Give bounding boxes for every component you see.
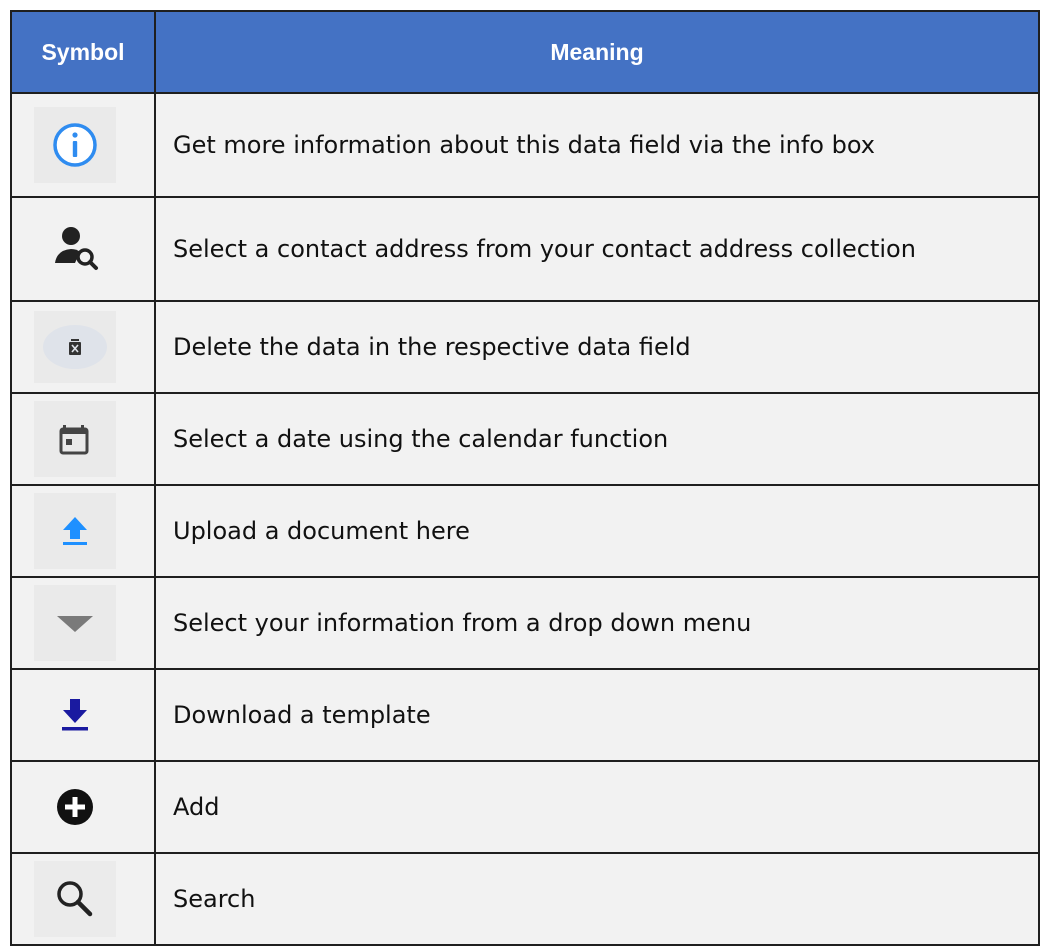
meaning-cell: Add: [154, 760, 1040, 854]
calendar-icon: [34, 401, 116, 477]
dropdown-arrow-icon: [34, 585, 116, 661]
table-row: Select a contact address from your conta…: [10, 196, 1040, 302]
meaning-column-header: Meaning: [154, 10, 1040, 94]
meaning-cell: Get more information about this data fie…: [154, 92, 1040, 198]
meaning-cell: Download a template: [154, 668, 1040, 762]
table-row: Select your information from a drop down…: [10, 576, 1040, 670]
add-icon: [34, 769, 116, 845]
symbol-cell: [10, 92, 156, 198]
table-row: Delete the data in the respective data f…: [10, 300, 1040, 394]
symbol-cell: [10, 392, 156, 486]
header-row: Symbol Meaning: [10, 10, 1040, 94]
meaning-cell: Select your information from a drop down…: [154, 576, 1040, 670]
table-row: Get more information about this data fie…: [10, 92, 1040, 198]
symbol-cell: [10, 668, 156, 762]
symbol-cell: [10, 484, 156, 578]
meaning-cell: Select a contact address from your conta…: [154, 196, 1040, 302]
table-row: Add: [10, 760, 1040, 854]
table-row: Search: [10, 852, 1040, 946]
symbol-cell: [10, 196, 156, 302]
meaning-cell: Delete the data in the respective data f…: [154, 300, 1040, 394]
symbol-cell: [10, 576, 156, 670]
symbol-cell: [10, 300, 156, 394]
symbol-column-header: Symbol: [10, 10, 156, 94]
meaning-cell: Search: [154, 852, 1040, 946]
download-icon: [34, 677, 116, 753]
table-row: Download a template: [10, 668, 1040, 762]
meaning-cell: Select a date using the calendar functio…: [154, 392, 1040, 486]
contact-search-icon: [34, 211, 116, 287]
delete-icon: [34, 311, 116, 383]
symbol-cell: [10, 760, 156, 854]
symbol-cell: [10, 852, 156, 946]
info-icon: [34, 107, 116, 183]
table-row: Select a date using the calendar functio…: [10, 392, 1040, 486]
table-row: Upload a document here: [10, 484, 1040, 578]
symbol-legend-table: Symbol Meaning Get more information abou…: [10, 10, 1040, 946]
search-icon: [34, 861, 116, 937]
upload-icon: [34, 493, 116, 569]
meaning-cell: Upload a document here: [154, 484, 1040, 578]
